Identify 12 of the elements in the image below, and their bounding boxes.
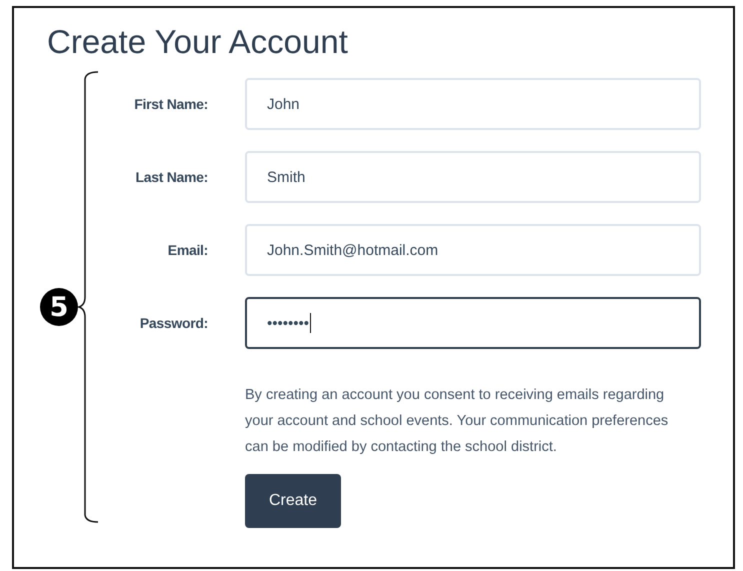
field-label: Password: [140,315,208,331]
input-field[interactable]: •••••••• [245,297,701,349]
create-button[interactable]: Create [245,474,341,528]
input-field[interactable]: Smith [245,151,701,203]
callout-number: 5 [40,288,78,326]
field-label: Email: [168,242,208,258]
input-field[interactable]: John [245,78,701,130]
field-label: First Name: [134,96,208,112]
input-field[interactable]: John.Smith@hotmail.com [245,224,701,276]
page-title: Create Your Account [47,22,349,62]
consent-text: By creating an account you consent to receiving emails regarding your account and school events. Your communication preferences can be modified by contacting the school district. [245,386,670,457]
field-label: Last Name: [136,169,208,185]
